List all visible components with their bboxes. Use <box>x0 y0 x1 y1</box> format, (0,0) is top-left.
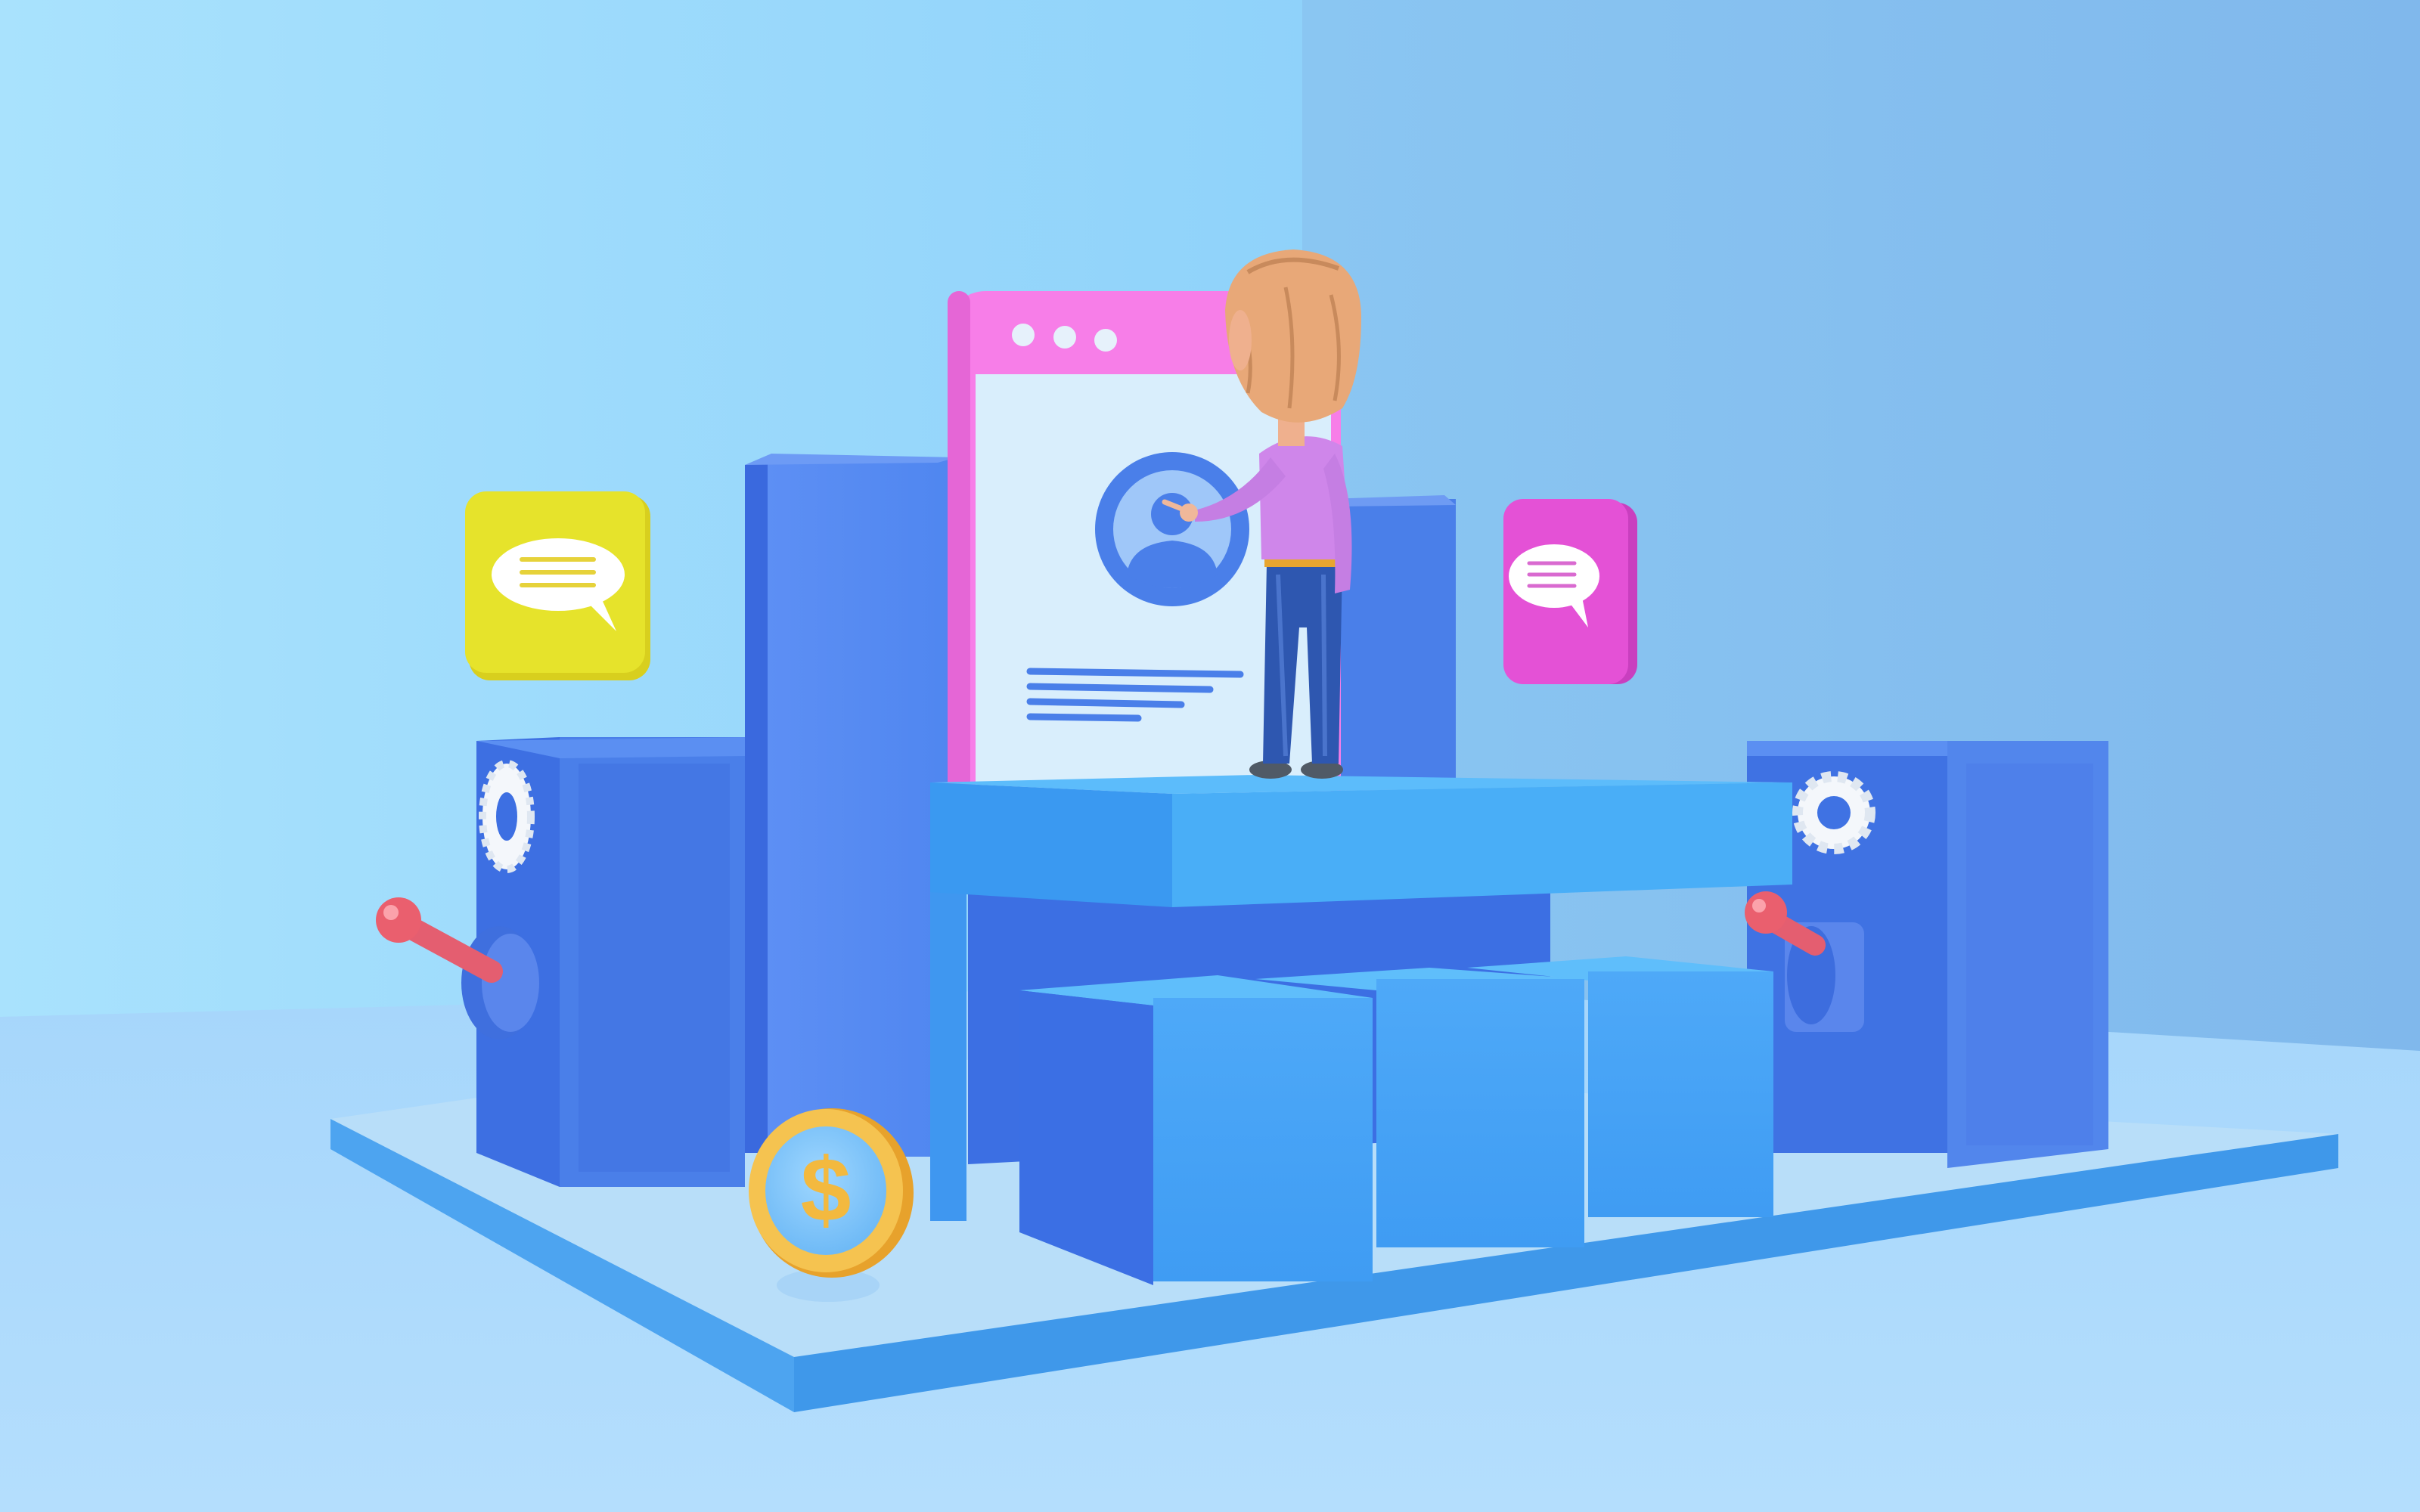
right-machine-door <box>1966 764 2093 1145</box>
phone-dot <box>1094 329 1117 352</box>
stage-top-front <box>930 782 1172 907</box>
tall-column <box>745 454 957 1157</box>
left-machine-door <box>579 764 730 1172</box>
cube-face <box>1376 979 1584 1247</box>
tall-column-front <box>768 457 957 1157</box>
left-gear-icon <box>479 760 535 873</box>
right-gear-icon <box>1792 771 1876 854</box>
phone-frame-shade <box>948 291 970 835</box>
illustration-scene: $ <box>0 0 2420 1512</box>
pink-chat-card <box>1503 499 1637 684</box>
scene-svg: $ <box>0 0 2420 1512</box>
profile-avatar-icon <box>1095 452 1249 606</box>
cube-face <box>1153 998 1373 1281</box>
yellow-chat-card <box>465 491 650 680</box>
right-machine <box>1745 741 2108 1168</box>
hand <box>1180 503 1198 522</box>
cube-face <box>1588 971 1773 1217</box>
tall-column-side <box>745 457 771 1153</box>
coin-symbol: $ <box>801 1139 852 1241</box>
phone-dot <box>1012 324 1035 346</box>
phone-dot <box>1053 326 1076 349</box>
